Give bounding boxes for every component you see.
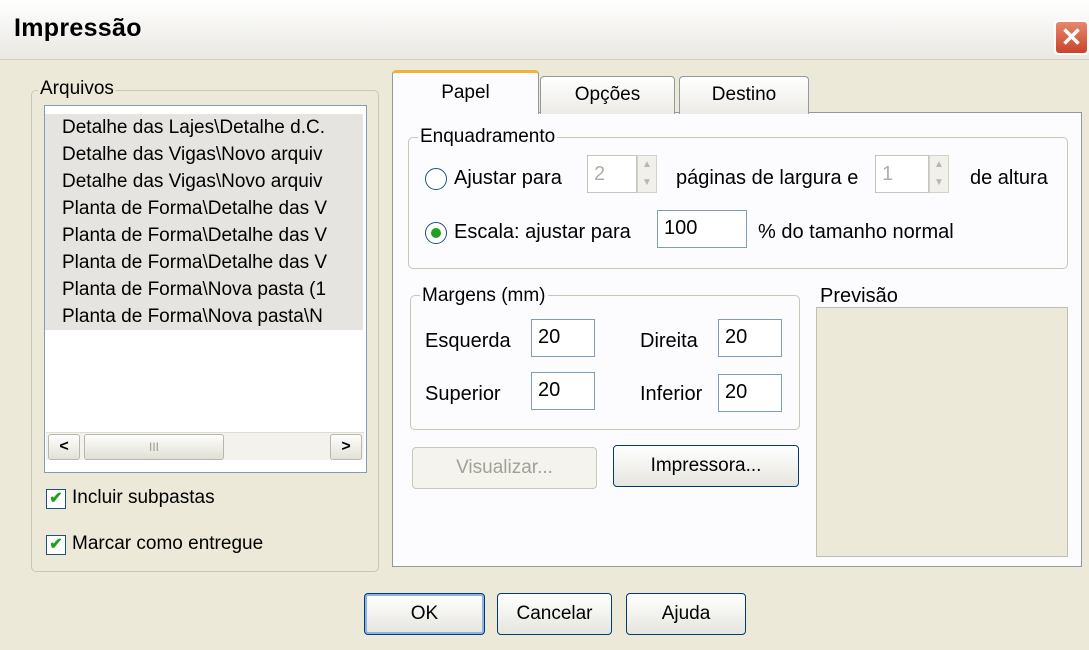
close-button[interactable]: ✕ (1054, 20, 1089, 55)
framing-group (408, 137, 1068, 269)
title-bar (0, 0, 1089, 60)
close-icon: ✕ (1060, 22, 1083, 52)
list-item[interactable]: Planta de Forma\Detalhe das V (45, 249, 363, 276)
margin-bottom-input[interactable]: 20 (718, 374, 782, 412)
scale-input[interactable]: 100 (657, 210, 747, 248)
include-subfolders-label[interactable]: Incluir subpastas (72, 487, 215, 509)
margin-left-label: Esquerda (425, 330, 511, 352)
cancel-button[interactable]: Cancelar (497, 593, 612, 635)
scale-suffix: % do tamanho normal (758, 221, 954, 243)
pages-tall-input[interactable]: 1 (875, 155, 929, 193)
mark-delivered-checkbox[interactable]: ✔ (46, 535, 66, 555)
margins-group-label: Margens (mm) (420, 285, 548, 307)
scroll-right-button[interactable]: > (330, 434, 362, 460)
pages-tall-spinner[interactable]: ▲ ▼ (929, 155, 949, 193)
printer-button[interactable]: Impressora... (613, 445, 799, 487)
include-subfolders-checkbox[interactable]: ✔ (46, 489, 66, 509)
list-item[interactable]: Detalhe das Lajes\Detalhe d.C. (45, 114, 363, 141)
margin-left-input[interactable]: 20 (531, 319, 595, 357)
pages-wide-input[interactable]: 2 (587, 155, 637, 193)
margin-bottom-label: Inferior (640, 383, 703, 405)
scroll-left-button[interactable]: < (48, 434, 80, 460)
list-item[interactable]: Planta de Forma\Nova pasta\N (45, 303, 363, 330)
pages-wide-spinner[interactable]: ▲ ▼ (637, 155, 657, 193)
list-item[interactable]: Detalhe das Vigas\Novo arquiv (45, 141, 363, 168)
tab-destino[interactable]: Destino (679, 76, 809, 114)
spin-up-icon[interactable]: ▲ (638, 156, 656, 174)
preview-button[interactable]: Visualizar... (412, 447, 597, 489)
margin-top-input[interactable]: 20 (531, 372, 595, 410)
files-group-label: Arquivos (38, 78, 116, 100)
help-button[interactable]: Ajuda (626, 593, 746, 635)
margin-top-label: Superior (425, 383, 501, 405)
spin-down-icon[interactable]: ▼ (930, 174, 948, 192)
preview-pane (816, 307, 1068, 557)
ok-button[interactable]: OK (364, 593, 485, 635)
list-item[interactable]: Planta de Forma\Detalhe das V (45, 195, 363, 222)
spin-up-icon[interactable]: ▲ (930, 156, 948, 174)
check-icon: ✔ (49, 536, 63, 553)
fit-pages-label[interactable]: Ajustar para (454, 167, 562, 190)
window-title: Impressão (14, 14, 142, 42)
check-icon: ✔ (49, 490, 63, 507)
tab-opcoes[interactable]: Opções (540, 76, 675, 114)
radio-selected-dot (431, 228, 441, 238)
list-item[interactable]: Detalhe das Vigas\Novo arquiv (45, 168, 363, 195)
fit-pages-radio[interactable] (425, 168, 447, 190)
list-item[interactable]: Planta de Forma\Nova pasta (1 (45, 276, 363, 303)
mark-delivered-label[interactable]: Marcar como entregue (72, 533, 263, 555)
pages-tall-label: de altura (970, 167, 1048, 189)
tab-papel[interactable]: Papel (392, 70, 539, 114)
framing-group-label: Enquadramento (418, 126, 558, 148)
scroll-thumb[interactable]: III (84, 434, 224, 460)
pages-wide-label: páginas de largura e (676, 167, 859, 189)
scale-radio[interactable] (425, 222, 447, 244)
preview-label: Previsão (820, 285, 898, 307)
margin-right-input[interactable]: 20 (718, 319, 782, 357)
list-item[interactable]: Planta de Forma\Detalhe das V (45, 222, 363, 249)
horizontal-scrollbar[interactable]: < III > (46, 432, 364, 460)
files-listbox[interactable]: Detalhe das Lajes\Detalhe d.C. Detalhe d… (44, 105, 367, 473)
scale-label[interactable]: Escala: ajustar para (454, 221, 631, 244)
margin-right-label: Direita (640, 330, 698, 352)
spin-down-icon[interactable]: ▼ (638, 174, 656, 192)
